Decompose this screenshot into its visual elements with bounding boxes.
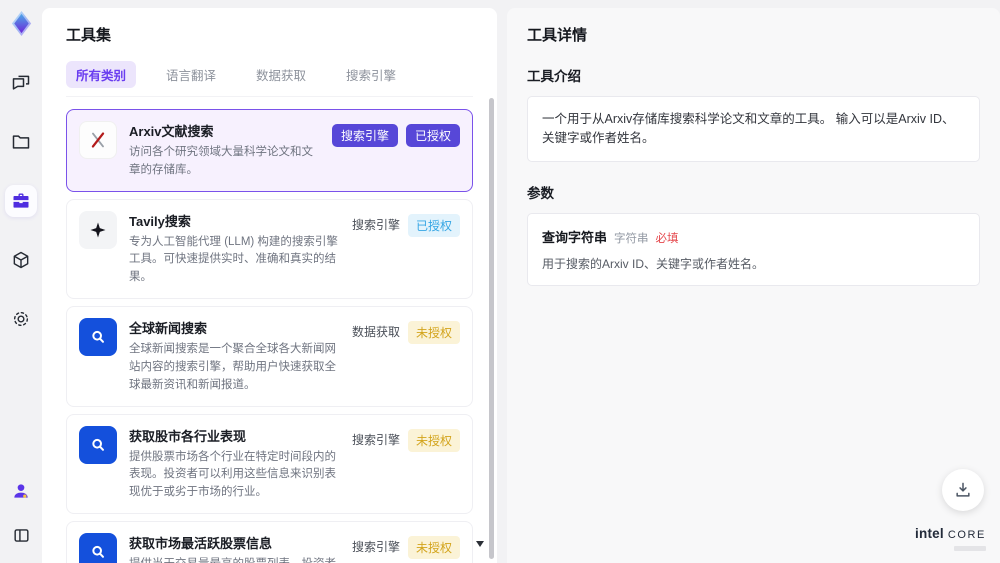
tool-card-tags: 搜索引擎 已授权 (352, 211, 460, 287)
settings-icon[interactable] (5, 303, 37, 335)
download-icon (956, 482, 970, 497)
tool-card-desc: 提供股票市场各个行业在特定时间段内的表现。投资者可以利用这些信息来识别表现优于或… (129, 450, 336, 499)
tool-card-title: Tavily搜索 (129, 213, 191, 229)
category-tab-1[interactable]: 语言翻译 (156, 61, 226, 88)
scroll-down-icon[interactable] (476, 541, 484, 547)
auth-badge: 未授权 (407, 321, 460, 345)
download-button[interactable] (942, 469, 984, 511)
params-heading: 参数 (527, 185, 554, 201)
tool-card-title: 全球新闻搜索 (129, 321, 208, 337)
intel-brand-text: intel (915, 526, 944, 541)
blue-search-icon (79, 318, 117, 357)
tool-card-desc: 专为人工智能代理 (LLM) 构建的搜索引擎工具。可快速提供实时、准确和真实的结… (129, 235, 338, 284)
param-box: 查询字符串 字符串 必填 用于搜索的Arxiv ID、关键字或作者姓名。 (527, 212, 980, 286)
category-tag: 搜索引擎 (351, 539, 400, 554)
auth-badge: 已授权 (407, 213, 460, 237)
category-tab-0[interactable]: 所有类别 (66, 61, 137, 88)
arxiv-icon (79, 121, 117, 159)
param-desc: 用于搜索的Arxiv ID、关键字或作者姓名。 (542, 256, 765, 271)
tool-card-title: 获取市场最活跃股票信息 (129, 535, 273, 551)
details-title: 工具详情 (527, 27, 588, 44)
tool-card[interactable]: 全球新闻搜索 全球新闻搜索是一个聚合全球各大新闻网站内容的搜索引擎，帮助用户快速… (66, 306, 473, 407)
tool-card-title: 获取股市各行业表现 (129, 428, 247, 444)
blue-search-icon (79, 532, 117, 563)
intro-box: 一个用于从Arxiv存储库搜索科学论文和文章的工具。 输入可以是Arxiv ID… (527, 96, 980, 162)
tool-card[interactable]: 获取股市各行业表现 提供股票市场各个行业在特定时间段内的表现。投资者可以利用这些… (66, 413, 473, 514)
auth-badge: 未授权 (407, 428, 460, 452)
category-tab-2[interactable]: 数据获取 (246, 61, 316, 88)
intro-heading: 工具介绍 (527, 69, 581, 84)
user-avatar-icon[interactable] (5, 475, 37, 507)
tool-card-title: Arxiv文献搜索 (129, 124, 214, 139)
collapse-panel-icon[interactable] (5, 519, 37, 551)
category-tag: 数据获取 (351, 325, 400, 340)
cube-icon[interactable] (5, 244, 37, 276)
tool-list: Arxiv文献搜索 访问各个研究领域大量科学论文和文章的存储库。 搜索引擎 已授… (66, 109, 473, 563)
blue-search-icon (79, 425, 117, 464)
intro-text: 一个用于从Arxiv存储库搜索科学论文和文章的工具。 输入可以是Arxiv ID… (542, 112, 955, 145)
scrollbar[interactable] (489, 98, 494, 559)
tool-card-tags: 搜索引擎 未授权 (352, 533, 460, 563)
nav-rail (0, 0, 42, 563)
param-head: 查询字符串 字符串 必填 (542, 227, 965, 246)
tools-panel-title: 工具集 (66, 27, 112, 44)
tool-card-tags: 搜索引擎 已授权 (331, 121, 460, 180)
details-panel: 工具详情 工具介绍 一个用于从Arxiv存储库搜索科学论文和文章的工具。 输入可… (507, 8, 1000, 563)
rail-nav (5, 67, 37, 335)
param-type: 字符串 (614, 232, 649, 245)
app-logo-icon (8, 10, 35, 37)
tool-card-desc: 访问各个研究领域大量科学论文和文章的存储库。 (129, 146, 313, 176)
category-tabs: 所有类别 语言翻译 数据获取 搜索引擎 (66, 61, 473, 97)
toolbox-icon[interactable] (5, 185, 37, 217)
auth-badge: 已授权 (405, 124, 460, 147)
category-tag: 搜索引擎 (331, 124, 398, 147)
tool-card-tags: 数据获取 未授权 (352, 318, 460, 394)
tools-panel: 工具集 所有类别 语言翻译 数据获取 搜索引擎 Arxiv文献搜索 访问各个研究领域大… (42, 8, 497, 563)
intel-core-logo: intel core (915, 525, 986, 551)
tool-card[interactable]: 获取市场最活跃股票信息 提供当天交易量最高的股票列表，投资者可以利用这些信息来识… (66, 520, 473, 563)
param-required-badge: 必填 (655, 232, 679, 245)
folder-icon[interactable] (5, 126, 37, 158)
app-window: 工具集 所有类别 语言翻译 数据获取 搜索引擎 Arxiv文献搜索 访问各个研究领域大… (0, 0, 1000, 563)
tool-card-desc: 全球新闻搜索是一个聚合全球各大新闻网站内容的搜索引擎，帮助用户快速获取全球最新资… (129, 343, 336, 391)
tool-card[interactable]: Arxiv文献搜索 访问各个研究领域大量科学论文和文章的存储库。 搜索引擎 已授… (66, 109, 473, 192)
intel-core-text: core (947, 529, 986, 541)
category-tag: 搜索引擎 (351, 217, 400, 232)
tavily-icon (79, 210, 117, 249)
tool-card-desc: 提供当天交易量最高的股票列表，投资者可以利用这些信息来识别流动性强的股票和潜在的… (129, 556, 340, 563)
tool-card-tags: 搜索引擎 未授权 (352, 426, 460, 502)
auth-badge: 未授权 (407, 535, 460, 559)
chat-icon[interactable] (5, 67, 37, 99)
intel-watermark (954, 546, 986, 551)
rail-bottom (5, 475, 37, 553)
category-tag: 搜索引擎 (351, 432, 400, 447)
tool-card[interactable]: Tavily搜索 专为人工智能代理 (LLM) 构建的搜索引擎工具。可快速提供实… (66, 198, 473, 300)
param-name: 查询字符串 (542, 229, 608, 245)
category-tab-3[interactable]: 搜索引擎 (336, 61, 406, 88)
main-area: 工具集 所有类别 语言翻译 数据获取 搜索引擎 Arxiv文献搜索 访问各个研究领域大… (42, 0, 1000, 563)
